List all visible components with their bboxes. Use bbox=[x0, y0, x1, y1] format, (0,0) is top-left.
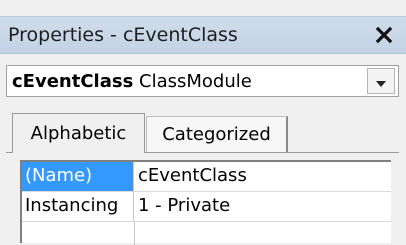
property-row[interactable]: (Name) cEventClass bbox=[22, 162, 391, 192]
chevron-down-icon bbox=[376, 72, 386, 91]
property-name[interactable]: (Name) bbox=[22, 162, 134, 191]
properties-window: Properties - cEventClass cEventClass Cla… bbox=[0, 0, 406, 245]
close-icon bbox=[375, 26, 393, 44]
object-selector-dropdown[interactable]: cEventClass ClassModule bbox=[6, 65, 399, 97]
object-selector-value: cEventClass ClassModule bbox=[12, 71, 252, 92]
property-value[interactable]: cEventClass bbox=[135, 162, 247, 194]
object-type: ClassModule bbox=[139, 71, 252, 92]
tab-strip: Alphabetic Categorized bbox=[6, 113, 399, 153]
window-title: Properties - cEventClass bbox=[8, 24, 238, 46]
tab-categorized[interactable]: Categorized bbox=[146, 116, 288, 153]
title-bar[interactable]: Properties - cEventClass bbox=[0, 16, 406, 54]
property-name[interactable]: Instancing bbox=[22, 192, 134, 221]
dropdown-arrow-button[interactable] bbox=[367, 68, 395, 94]
tab-alphabetic[interactable]: Alphabetic bbox=[12, 113, 145, 153]
close-button[interactable] bbox=[370, 22, 398, 48]
property-value[interactable]: 1 - Private bbox=[135, 192, 230, 224]
property-row[interactable]: Instancing 1 - Private bbox=[22, 192, 391, 222]
properties-grid: (Name) cEventClass Instancing 1 - Privat… bbox=[20, 160, 391, 245]
object-name: cEventClass bbox=[12, 71, 134, 92]
column-divider bbox=[134, 222, 135, 245]
